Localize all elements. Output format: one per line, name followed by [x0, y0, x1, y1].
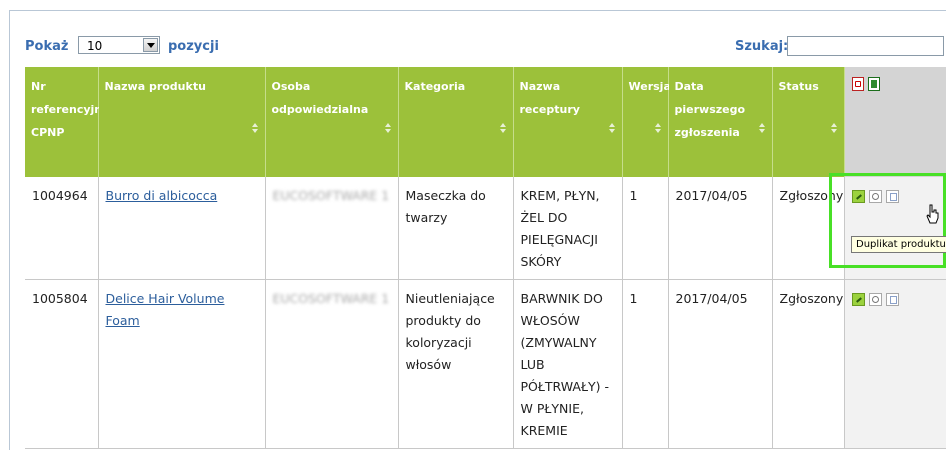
cell-product: Delice Hair Volume Foam	[98, 279, 266, 449]
cell-product: Burro di albicocca	[98, 177, 266, 280]
cell-version: 1	[622, 279, 669, 449]
page-size-value: 10	[87, 39, 103, 53]
sort-icon	[654, 123, 662, 133]
products-table: Nr referencyjny CPNP Nazwa produktu Osob…	[25, 67, 946, 449]
cell-date: 2017/04/05	[668, 279, 773, 449]
person-name-blurred: EUCOSOFTWARE 1	[272, 291, 390, 306]
sort-icon	[499, 123, 507, 133]
cell-person: EUCOSOFTWARE 1	[265, 177, 399, 280]
excel-icon[interactable]	[867, 77, 880, 91]
col-header-recipe[interactable]: Nazwa receptury	[513, 67, 623, 177]
magnifier-icon[interactable]	[868, 293, 882, 306]
cell-category: Nieutleniające produkty do koloryzacji w…	[398, 279, 514, 449]
sort-icon	[384, 123, 392, 133]
chevron-down-icon[interactable]	[143, 38, 158, 52]
col-header-category[interactable]: Kategoria	[398, 67, 514, 177]
cell-ref: 1004964	[25, 177, 99, 280]
search-input[interactable]	[787, 36, 944, 56]
col-header-version[interactable]: Wersja	[622, 67, 671, 177]
copy-icon[interactable]	[885, 293, 899, 306]
positions-label: pozycji	[168, 39, 219, 54]
tooltip: Duplikat produktu	[851, 236, 946, 253]
cell-person: EUCOSOFTWARE 1	[265, 279, 399, 449]
col-header-date[interactable]: Data pierwszego zgłoszenia	[668, 67, 773, 177]
table-row: 1004964 Burro di albicocca EUCOSOFTWARE …	[25, 177, 946, 280]
product-link[interactable]: Burro di albicocca	[106, 188, 218, 203]
col-header-status[interactable]: Status	[772, 67, 845, 177]
table-header-row: Nr referencyjny CPNP Nazwa produktu Osob…	[25, 67, 946, 177]
cell-status: Zgłoszony	[772, 279, 845, 449]
page-size-select[interactable]: 10	[78, 36, 160, 54]
col-header-person[interactable]: Osoba odpowiedzialna	[265, 67, 399, 177]
cell-ref: 1005804	[25, 279, 99, 449]
sort-icon	[830, 123, 838, 133]
col-header-ref[interactable]: Nr referencyjny CPNP	[25, 67, 109, 177]
pdf-icon[interactable]	[851, 77, 864, 91]
hand-pointer-icon	[926, 204, 939, 224]
person-name-blurred: EUCOSOFTWARE 1	[272, 188, 390, 203]
cell-recipe: KREM, PŁYN, ŻEL DO PIELĘGNACJI SKÓRY	[513, 177, 623, 280]
sort-icon	[251, 123, 259, 133]
panel-border-top	[9, 10, 946, 11]
panel-border-left	[9, 10, 10, 450]
cell-actions	[844, 279, 946, 449]
col-header-product[interactable]: Nazwa produktu	[98, 67, 266, 177]
search-label: Szukaj:	[735, 39, 789, 54]
cell-category: Maseczka do twarzy	[398, 177, 514, 280]
col-header-actions	[844, 67, 946, 177]
product-link[interactable]: Delice Hair Volume Foam	[106, 291, 225, 328]
table-controls: Pokaż 10 pozycji Szukaj:	[25, 36, 946, 58]
cell-date: 2017/04/05	[668, 177, 773, 280]
table-row: 1005804 Delice Hair Volume Foam EUCOSOFT…	[25, 279, 946, 449]
cell-version: 1	[622, 177, 669, 280]
pencil-icon[interactable]	[851, 293, 865, 306]
sort-icon	[608, 123, 616, 133]
cell-recipe: BARWNIK DO WŁOSÓW (ZMYWALNY LUB PÓŁTRWAŁ…	[513, 279, 623, 449]
show-label: Pokaż	[25, 39, 69, 54]
sort-icon	[758, 123, 766, 133]
